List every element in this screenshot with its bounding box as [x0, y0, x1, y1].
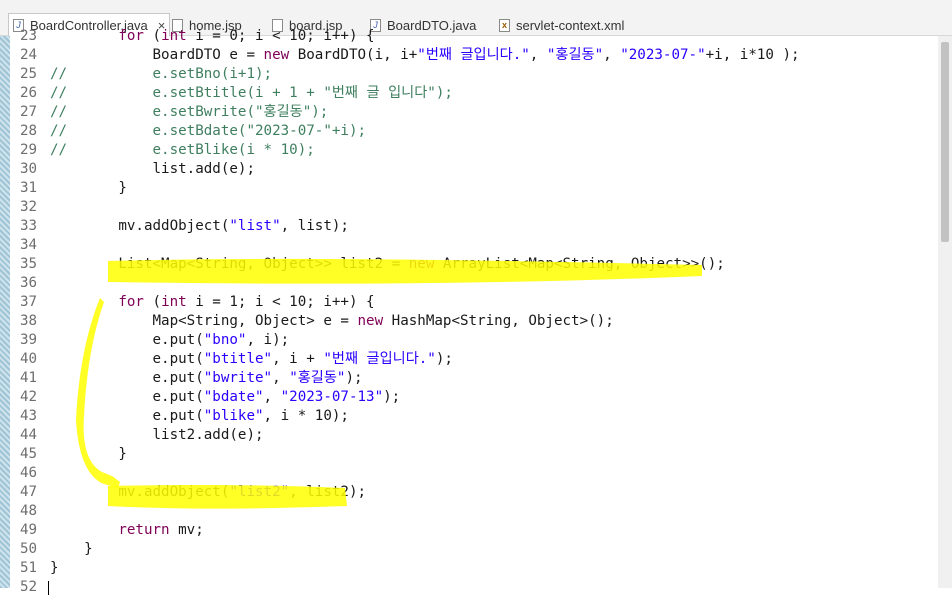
code-line[interactable]: 46 — [0, 464, 952, 483]
code-text: mv.addObject("list2", list2); — [50, 484, 367, 500]
code-text: e.put("bno", i); — [50, 332, 290, 348]
line-number: 38 — [20, 313, 38, 329]
line-number: 27 — [20, 104, 38, 120]
code-text: e.put("btitle", i + "번째 글입니다."); — [50, 351, 453, 367]
code-line[interactable]: 39 e.put("bno", i); — [0, 331, 952, 350]
code-text: // e.setBtitle(i + 1 + "번째 글 입니다"); — [50, 85, 453, 101]
code-text: // e.setBlike(i * 10); — [50, 142, 315, 158]
code-line[interactable]: 43 e.put("blike", i * 10); — [0, 407, 952, 426]
code-line[interactable]: 42 e.put("bdate", "2023-07-13"); — [0, 388, 952, 407]
code-text: e.put("blike", i * 10); — [50, 408, 349, 424]
code-text: mv.addObject("list", list); — [50, 218, 349, 234]
code-lines: 23 for (int i = 0; i < 10; i++) {24 Boar… — [0, 27, 952, 597]
line-number: 42 — [20, 389, 38, 405]
code-line[interactable]: 31 } — [0, 179, 952, 198]
line-number: 51 — [20, 560, 38, 576]
line-number: 45 — [20, 446, 38, 462]
code-line[interactable]: 41 e.put("bwrite", "홍길동"); — [0, 369, 952, 388]
code-text: Map<String, Object> e = new HashMap<Stri… — [50, 313, 614, 329]
code-line[interactable]: 37 for (int i = 1; i < 10; i++) { — [0, 293, 952, 312]
code-text: } — [50, 180, 127, 196]
code-text: for (int i = 0; i < 10; i++) { — [118, 28, 375, 44]
code-text: list2.add(e); — [50, 427, 264, 443]
code-line[interactable]: 24 BoardDTO e = new BoardDTO(i, i+"번째 글입… — [0, 46, 952, 65]
line-number: 34 — [20, 237, 38, 253]
code-text: list.add(e); — [50, 161, 255, 177]
code-line[interactable]: 30 list.add(e); — [0, 160, 952, 179]
code-line[interactable]: 23 for (int i = 0; i < 10; i++) { — [0, 27, 952, 46]
code-line[interactable]: 32 — [0, 198, 952, 217]
text-cursor — [48, 581, 49, 595]
code-line[interactable]: 38 Map<String, Object> e = new HashMap<S… — [0, 312, 952, 331]
scrollbar-thumb[interactable] — [941, 42, 949, 242]
code-line[interactable]: 44 list2.add(e); — [0, 426, 952, 445]
line-number: 50 — [20, 541, 38, 557]
code-line[interactable]: 25 // e.setBno(i+1); — [0, 65, 952, 84]
code-line[interactable]: 34 — [0, 236, 952, 255]
line-number: 33 — [20, 218, 38, 234]
line-number: 39 — [20, 332, 38, 348]
line-number: 26 — [20, 85, 38, 101]
line-number: 37 — [20, 294, 38, 310]
code-text: // e.setBdate("2023-07-"+i); — [50, 123, 367, 139]
code-text: // e.setBwrite("홍길동"); — [50, 104, 329, 120]
code-line[interactable]: 45 } — [0, 445, 952, 464]
code-line[interactable]: 29 // e.setBlike(i * 10); — [0, 141, 952, 160]
line-number: 48 — [20, 503, 38, 519]
line-number: 35 — [20, 256, 38, 272]
line-number: 24 — [20, 47, 38, 63]
code-text: } — [50, 541, 93, 557]
line-number: 44 — [20, 427, 38, 443]
code-line[interactable]: 51} — [0, 559, 952, 578]
code-line[interactable]: 35 List<Map<String, Object>> list2 = new… — [0, 255, 952, 274]
line-number: 29 — [20, 142, 38, 158]
line-number: 41 — [20, 370, 38, 386]
code-line[interactable]: 50 } — [0, 540, 952, 559]
code-text: } — [50, 560, 59, 576]
line-number: 43 — [20, 408, 38, 424]
code-text: BoardDTO e = new BoardDTO(i, i+"번째 글입니다.… — [50, 47, 800, 63]
line-number: 47 — [20, 484, 38, 500]
code-text: } — [50, 446, 127, 462]
code-line[interactable]: 49 return mv; — [0, 521, 952, 540]
code-line[interactable]: 33 mv.addObject("list", list); — [0, 217, 952, 236]
line-number: 49 — [20, 522, 38, 538]
line-number: 28 — [20, 123, 38, 139]
line-number: 32 — [20, 199, 38, 215]
code-line[interactable]: 48 — [0, 502, 952, 521]
code-line[interactable]: 28 // e.setBdate("2023-07-"+i); — [0, 122, 952, 141]
line-number: 40 — [20, 351, 38, 367]
line-number: 36 — [20, 275, 38, 291]
code-line[interactable]: 26 // e.setBtitle(i + 1 + "번째 글 입니다"); — [0, 84, 952, 103]
line-number: 46 — [20, 465, 38, 481]
code-text: e.put("bdate", "2023-07-13"); — [50, 389, 401, 405]
code-line[interactable]: 47 mv.addObject("list2", list2); — [0, 483, 952, 502]
code-text: List<Map<String, Object>> list2 = new Ar… — [50, 256, 725, 272]
code-text: e.put("bwrite", "홍길동"); — [50, 370, 363, 386]
vertical-scrollbar[interactable] — [938, 36, 952, 588]
code-editor[interactable]: 23 for (int i = 0; i < 10; i++) {24 Boar… — [0, 28, 952, 595]
line-number: 23 — [20, 28, 38, 44]
code-text: return mv; — [118, 522, 204, 538]
line-number: 30 — [20, 161, 38, 177]
code-line[interactable]: 40 e.put("btitle", i + "번째 글입니다."); — [0, 350, 952, 369]
code-line[interactable]: 36 — [0, 274, 952, 293]
line-number: 31 — [20, 180, 38, 196]
line-number: 25 — [20, 66, 38, 82]
code-line[interactable]: 27 // e.setBwrite("홍길동"); — [0, 103, 952, 122]
code-text: // e.setBno(i+1); — [50, 66, 273, 82]
code-text: for (int i = 1; i < 10; i++) { — [118, 294, 375, 310]
